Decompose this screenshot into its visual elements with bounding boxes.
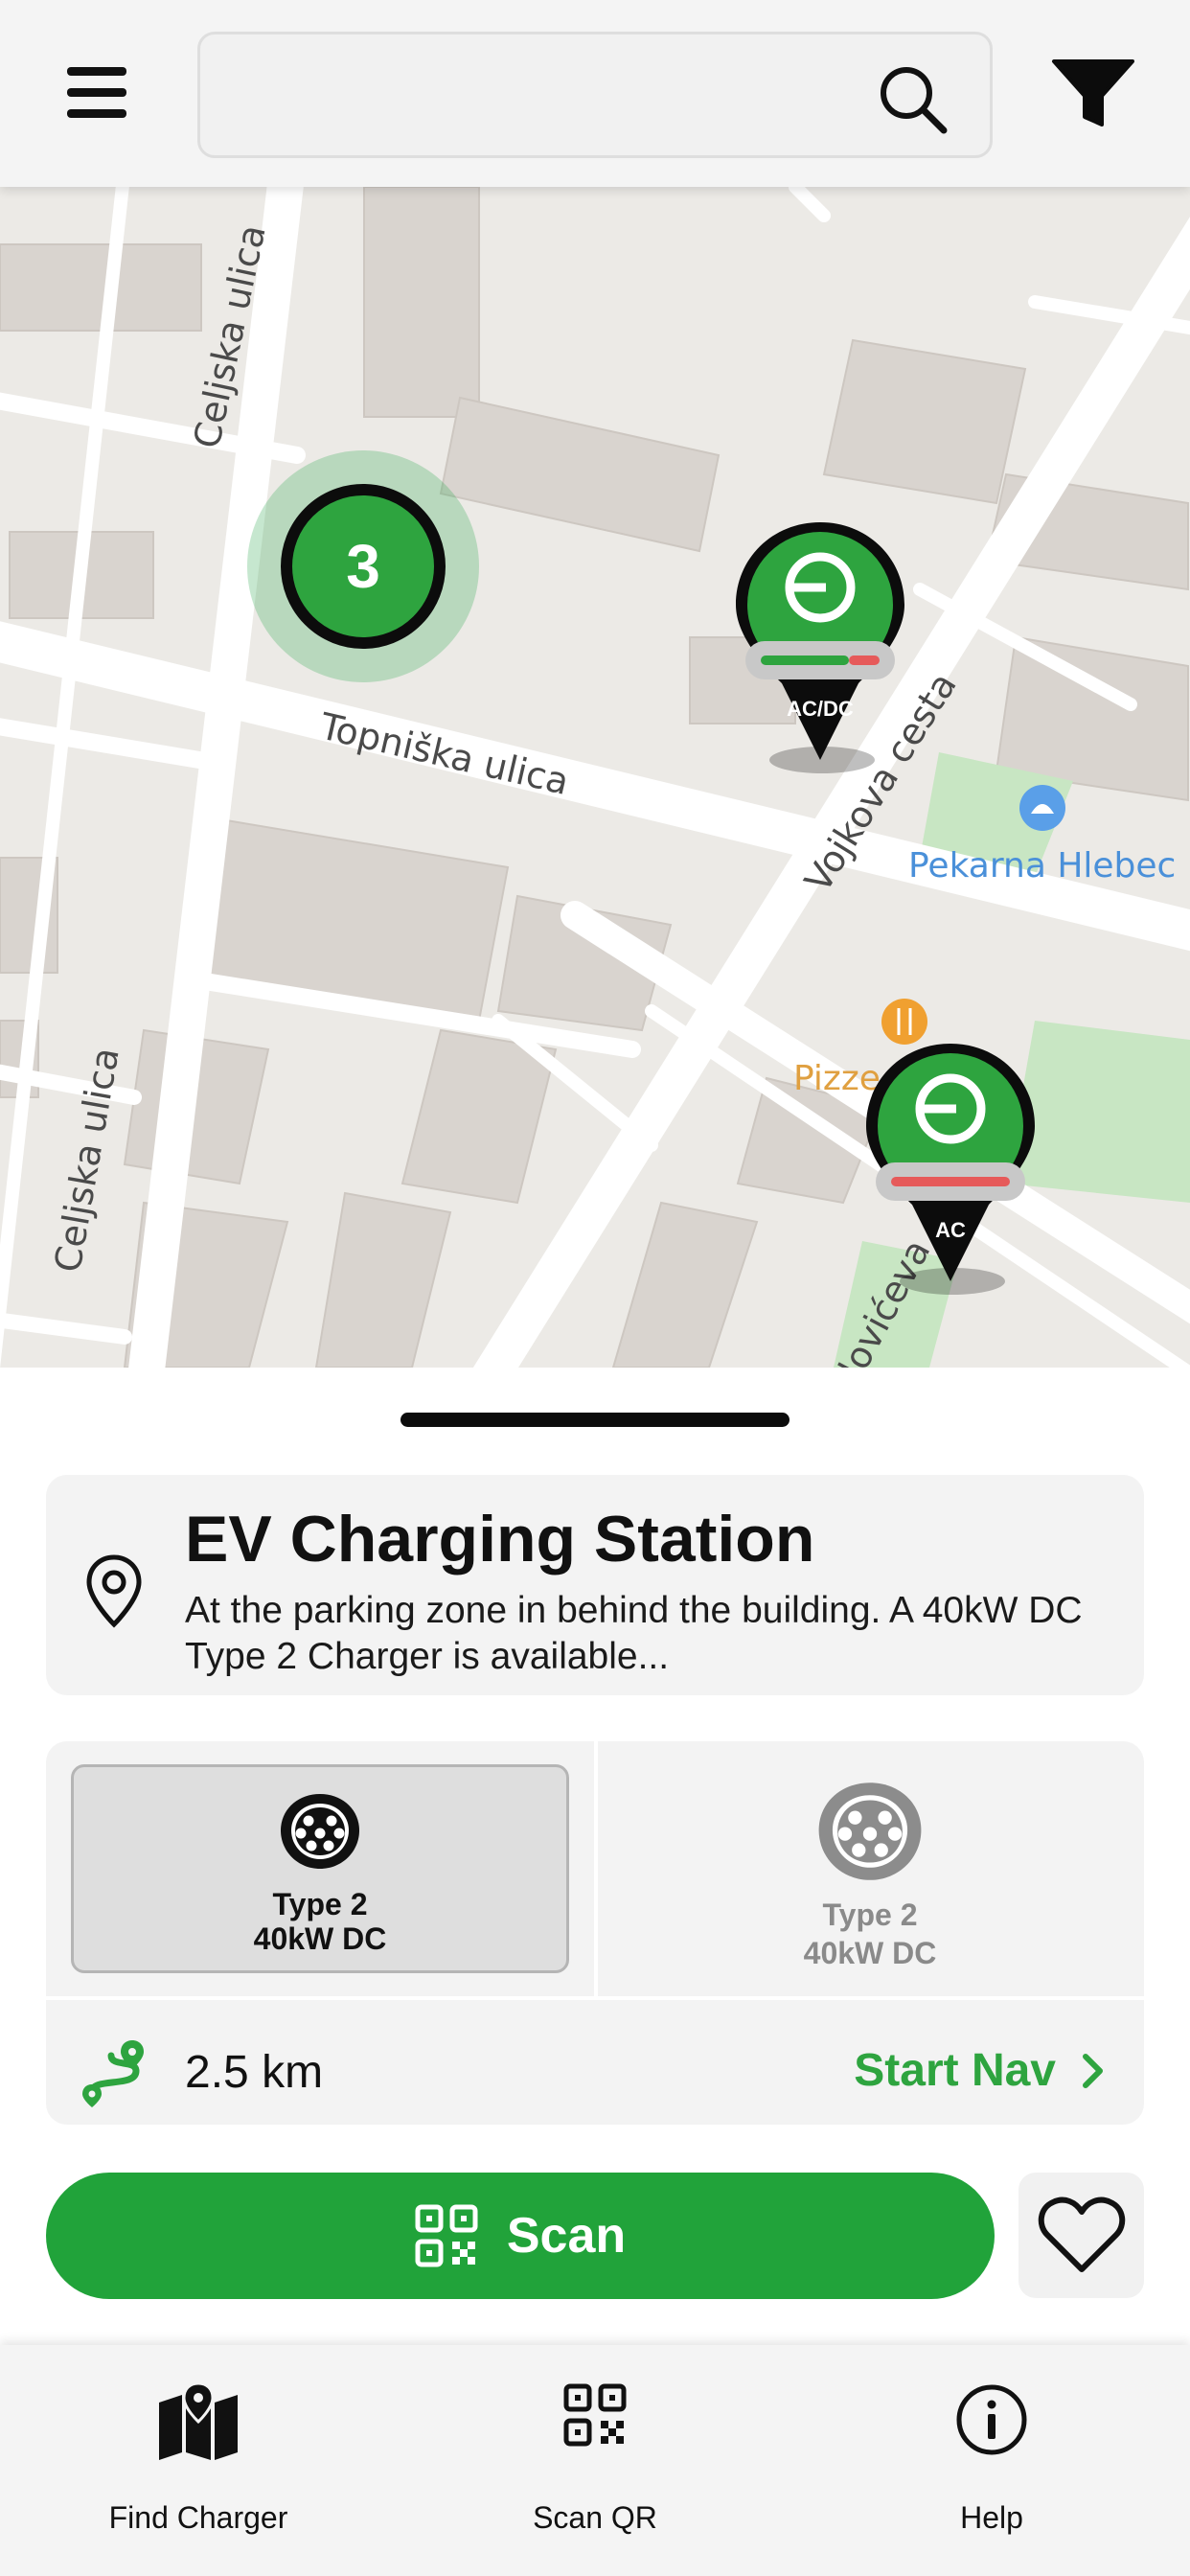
sheet-handle[interactable] [400, 1413, 790, 1427]
charger-cluster[interactable]: 3 [247, 450, 479, 682]
type2-plug-icon [818, 1782, 922, 1880]
station-description: At the parking zone in behind the buildi… [185, 1590, 1083, 1677]
route-icon [82, 2040, 144, 2107]
search-box[interactable] [197, 32, 993, 158]
nav-label: Help [960, 2500, 1023, 2535]
divider [46, 1996, 1144, 2000]
connector-name: Type 2 [272, 1887, 368, 1921]
restaurant-poi-icon[interactable] [880, 997, 929, 1046]
chevron-right-icon [1083, 2053, 1103, 2088]
poi-label: Pekarna Hlebec [908, 846, 1177, 886]
info-icon [956, 2384, 1027, 2455]
filter-icon[interactable] [1050, 56, 1136, 132]
menu-icon-bar [67, 88, 126, 97]
favorite-button[interactable] [1018, 2173, 1144, 2298]
charger-pin-icon [866, 1044, 1035, 1295]
distance-value: 2.5 km [185, 2047, 324, 2098]
qr-icon [563, 2383, 627, 2447]
nav-label: Scan QR [533, 2500, 657, 2535]
cluster-count: 3 [281, 484, 446, 649]
marker-type-label: AC [935, 1218, 966, 1242]
menu-icon-bar [67, 109, 126, 118]
connector-option[interactable]: Type 2 40kW DC [621, 1764, 1119, 1973]
connector-name: Type 2 [822, 1898, 918, 1932]
station-info-card: EV Charging Station At the parking zone … [46, 1475, 1144, 1695]
qr-code-icon [415, 2204, 478, 2267]
bottom-navigation: Find Charger Scan QR Help [0, 2345, 1190, 2576]
top-bar [0, 0, 1190, 187]
charger-marker[interactable]: AC/DC [734, 520, 926, 808]
location-pin-icon [86, 1554, 142, 1628]
scan-button[interactable]: Scan [46, 2173, 995, 2299]
search-input[interactable] [229, 63, 852, 130]
marker-type-label: AC/DC [787, 697, 854, 721]
bakery-poi-icon[interactable] [1018, 783, 1067, 833]
station-title: EV Charging Station [185, 1503, 815, 1576]
station-sheet: EV Charging Station At the parking zone … [0, 1368, 1190, 2345]
menu-button[interactable] [59, 59, 136, 126]
scan-button-label: Scan [506, 2208, 627, 2264]
heart-icon [1038, 2196, 1125, 2272]
start-nav-label: Start Nav [854, 2045, 1056, 2096]
connector-power: 40kW DC [803, 1936, 937, 1970]
map-icon [159, 2383, 238, 2460]
menu-icon-bar [67, 67, 126, 76]
start-nav-button[interactable]: Start Nav [854, 2044, 1106, 2097]
divider [594, 1741, 598, 1998]
search-icon[interactable] [875, 61, 951, 138]
connector-option-selected[interactable]: Type 2 40kW DC [71, 1764, 569, 1973]
map-view[interactable]: Celjska ulica Topniška ulica Vojkova ces… [0, 187, 1190, 1368]
connector-card: Type 2 40kW DC Type 2 40kW DC 2.5 km Sta… [46, 1741, 1144, 2125]
charger-pin-icon [736, 522, 904, 773]
type2-plug-icon [281, 1794, 359, 1869]
nav-help[interactable]: Help [793, 2345, 1190, 2576]
nav-label: Find Charger [108, 2500, 288, 2535]
charger-marker[interactable]: AC [864, 1042, 1056, 1329]
connector-power: 40kW DC [253, 1921, 387, 1956]
nav-find-charger[interactable]: Find Charger [0, 2345, 397, 2576]
nav-scan-qr[interactable]: Scan QR [397, 2345, 793, 2576]
